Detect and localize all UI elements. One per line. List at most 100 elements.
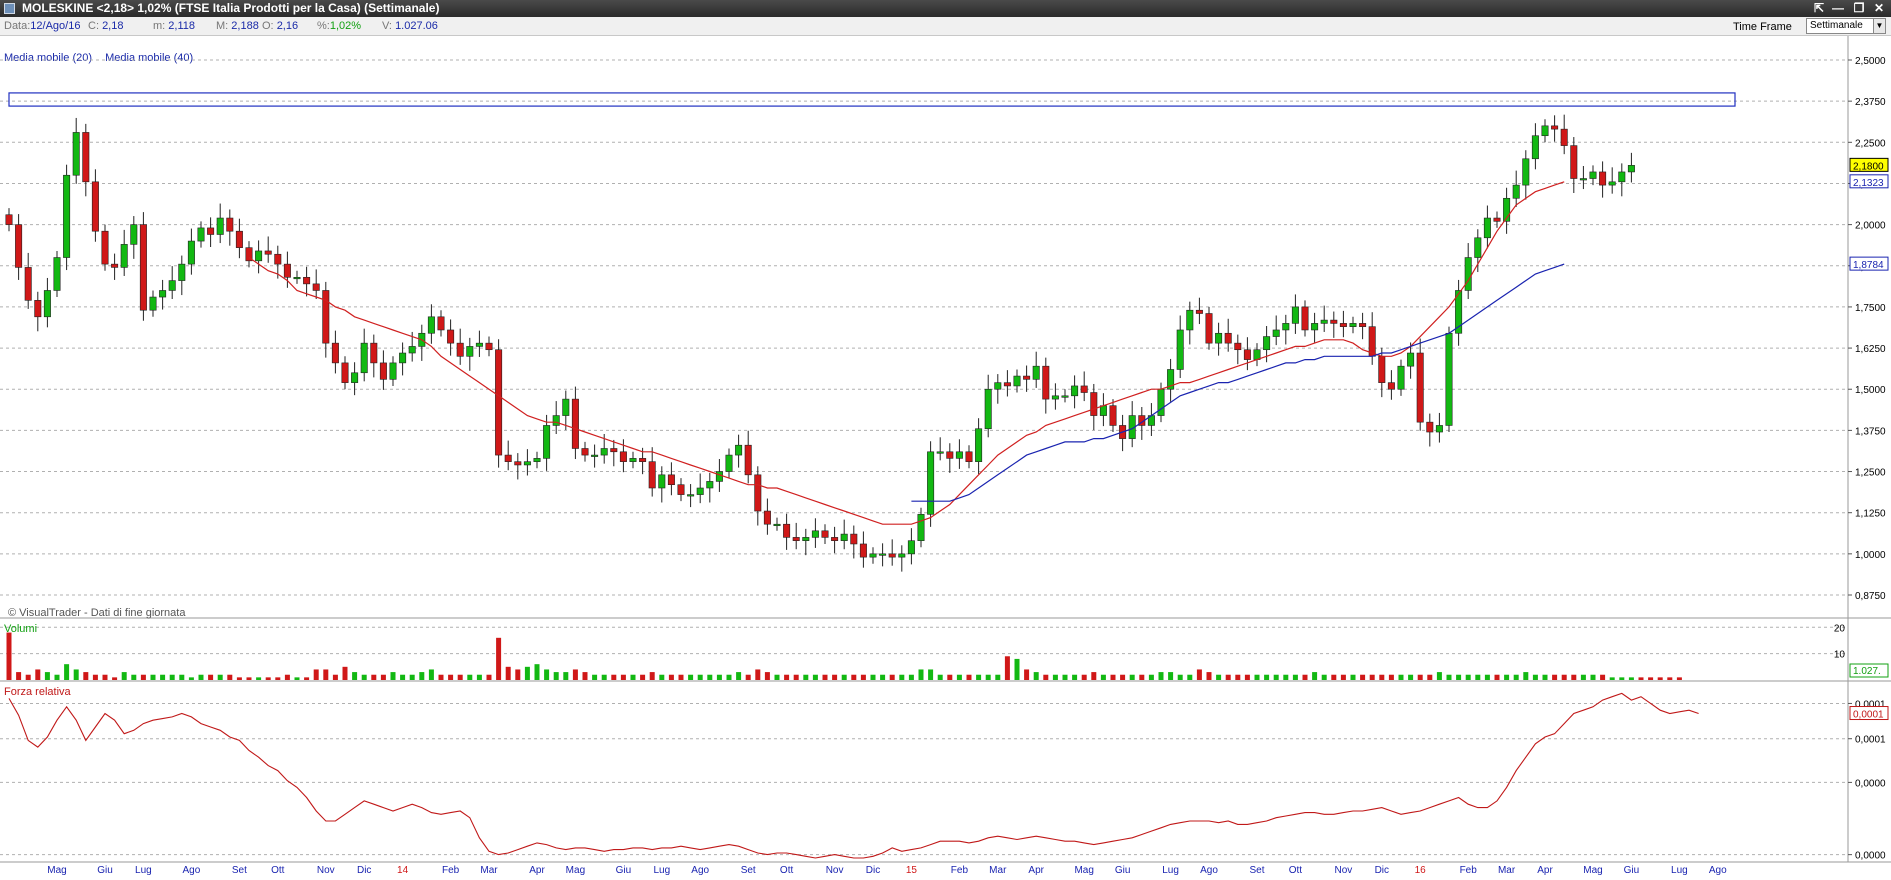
candle-down — [1378, 356, 1386, 383]
candle-up — [898, 553, 906, 558]
x-axis-label: Mag — [47, 865, 66, 876]
candle-up — [1215, 332, 1223, 344]
rs-last-label: 0,0001 — [1853, 710, 1884, 721]
candle-up — [1435, 425, 1443, 433]
minimize-button[interactable]: — — [1830, 1, 1846, 16]
candle-up — [629, 458, 637, 462]
volume-bar — [889, 674, 895, 680]
volume-bar — [563, 672, 569, 680]
price-tick-label: 1,0000 — [1855, 550, 1886, 561]
candle-down — [1205, 313, 1213, 344]
volume-bar — [1408, 674, 1414, 680]
volume-bar — [448, 674, 454, 680]
volume-bar — [73, 669, 79, 680]
candle-up — [715, 471, 723, 482]
candle-up — [1186, 309, 1194, 331]
candle-down — [571, 398, 579, 449]
ma20-line — [248, 181, 1565, 525]
volume-bar — [380, 674, 386, 680]
volume-bar — [524, 666, 530, 680]
volume-bar — [707, 674, 713, 680]
price-chart[interactable]: 2,50002,37502,25002,12502,00001,87501,75… — [0, 36, 1891, 880]
candle-up — [1445, 332, 1453, 426]
candle-down — [1387, 382, 1395, 390]
volume-bar — [1148, 674, 1154, 680]
volume-bar — [630, 674, 636, 680]
volume-bar — [1427, 674, 1433, 680]
volume-bar — [937, 674, 943, 680]
x-axis-label: Dic — [1375, 865, 1389, 876]
candle-up — [591, 454, 599, 457]
rs-line — [8, 692, 1699, 859]
candle-up — [149, 296, 157, 311]
volume-bar — [467, 674, 473, 680]
candle-up — [552, 415, 560, 426]
volume-bar — [1196, 669, 1202, 680]
volume-bar — [1456, 674, 1462, 680]
volume-bar — [860, 674, 866, 680]
app-icon — [4, 3, 15, 14]
candle-down — [1493, 217, 1501, 222]
candle-down — [1599, 171, 1607, 186]
volume-bar — [35, 669, 41, 680]
volume-bar — [438, 674, 444, 680]
candle-up — [1512, 184, 1520, 199]
candle-down — [1003, 382, 1011, 387]
candle-up — [1061, 395, 1069, 398]
volume-bar — [736, 672, 742, 680]
volume-bar — [1254, 674, 1260, 680]
volume-bar — [342, 666, 348, 680]
volume-bar — [1024, 669, 1030, 680]
candle-down — [821, 530, 829, 538]
candle-down — [1243, 349, 1251, 360]
x-axis-label: Feb — [951, 865, 969, 876]
price-tick-label: 2,3750 — [1855, 97, 1886, 108]
candle-up — [840, 533, 848, 541]
candle-up — [984, 388, 992, 430]
maximize-button[interactable]: ❐ — [1851, 1, 1867, 16]
rs-tick-label: 0,0000 — [1855, 851, 1886, 862]
candle-up — [975, 428, 983, 462]
close-button[interactable]: ✕ — [1871, 1, 1887, 16]
x-axis-label: Lug — [1671, 865, 1688, 876]
candle-down — [1042, 365, 1050, 400]
price-tick-label: 0,8750 — [1855, 591, 1886, 602]
volume-bar — [755, 669, 761, 680]
volume-bar — [1283, 674, 1289, 680]
candle-down — [312, 283, 320, 291]
volume-bar — [1571, 674, 1577, 680]
volume-bar — [1340, 674, 1346, 680]
x-axis-label: Mag — [1583, 865, 1602, 876]
volume-bar — [275, 677, 281, 680]
volume-bar — [1273, 674, 1279, 680]
candle-up — [936, 451, 944, 454]
volume-bar — [1004, 656, 1010, 680]
candle-down — [226, 217, 234, 232]
timeframe-select[interactable]: Settimanale ▼ — [1806, 18, 1886, 34]
candle-down — [1416, 352, 1424, 423]
candle-up — [907, 540, 915, 555]
chevron-down-icon: ▼ — [1873, 19, 1885, 33]
close-field: C: 2,18 — [88, 20, 124, 32]
candle-up — [168, 280, 176, 291]
candle-up — [811, 530, 819, 538]
x-axis-label: Ago — [1200, 865, 1218, 876]
candle-down — [1359, 323, 1367, 327]
x-axis-label: Giu — [97, 865, 113, 876]
candle-down — [1570, 145, 1578, 179]
candle-up — [879, 553, 887, 556]
ma20-value-label: 2,1323 — [1853, 178, 1884, 189]
volume-bar — [169, 674, 175, 680]
candle-down — [610, 448, 618, 453]
x-axis-label: Ott — [780, 865, 794, 876]
volume-bar — [1523, 672, 1529, 680]
detach-button[interactable]: ⇱ — [1811, 1, 1827, 16]
price-tick-label: 2,0000 — [1855, 221, 1886, 232]
candle-down — [514, 461, 522, 466]
volume-bar — [1600, 674, 1606, 680]
candle-down — [1195, 309, 1203, 314]
volume-bar — [304, 677, 310, 680]
candle-down — [1109, 405, 1117, 426]
candle-down — [322, 290, 330, 344]
candle-down — [1023, 375, 1031, 380]
